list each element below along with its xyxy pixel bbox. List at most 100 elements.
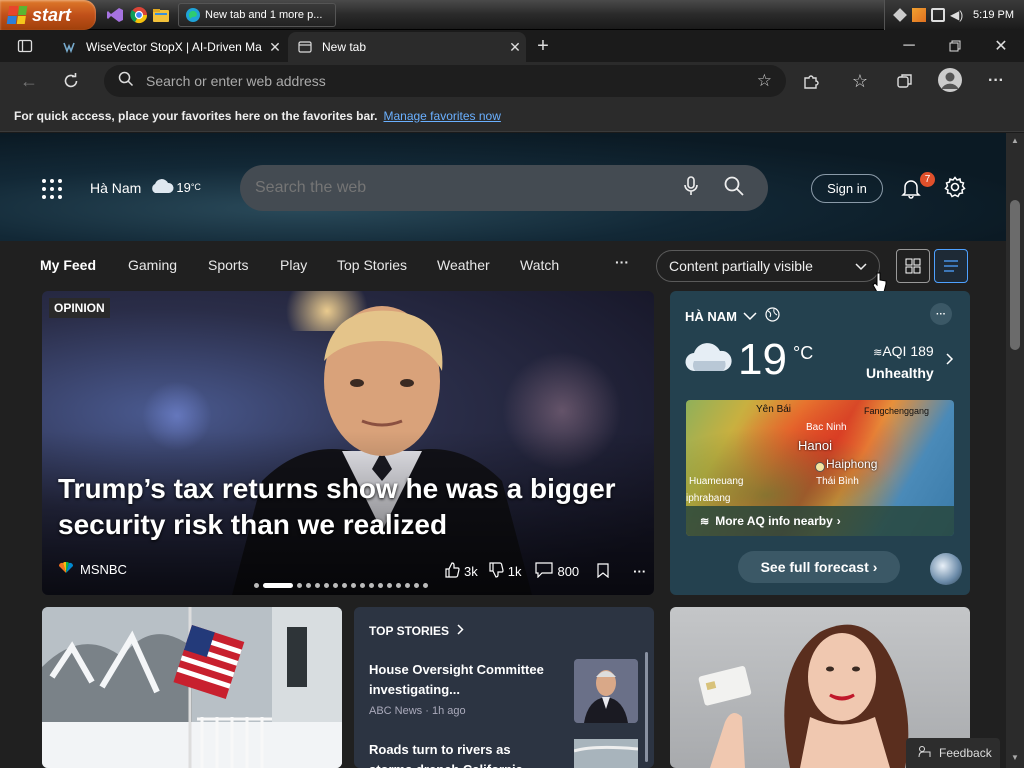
carousel-dot[interactable]	[333, 583, 338, 588]
hero-source[interactable]: MSNBC	[58, 561, 127, 577]
tab-wisevector[interactable]: WiseVector StopX | AI-Driven Ma ✕	[52, 32, 286, 62]
extensions-puzzle-icon[interactable]	[800, 70, 822, 92]
carousel-dot[interactable]	[351, 583, 356, 588]
msnbc-peacock-icon	[58, 561, 74, 577]
hero-actions: 3k 1k 800 ···	[444, 562, 646, 581]
carousel-dot[interactable]	[423, 583, 428, 588]
microphone-icon[interactable]	[684, 175, 698, 201]
page-settings-gear-icon[interactable]	[943, 175, 967, 199]
weather-location[interactable]: HÀ NAM	[685, 307, 780, 325]
tab-weather[interactable]: Weather	[437, 257, 490, 273]
thumbs-down-icon[interactable]	[488, 562, 504, 581]
carousel-dot[interactable]	[369, 583, 374, 588]
settings-more-icon[interactable]: ···	[985, 70, 1007, 92]
carousel-dot[interactable]	[254, 583, 259, 588]
web-search-box[interactable]	[240, 165, 768, 211]
security-shield-icon[interactable]	[912, 8, 927, 22]
clock[interactable]: 5:19 PM	[973, 9, 1014, 21]
tab-new-tab[interactable]: New tab ✕	[288, 32, 526, 62]
carousel-dot[interactable]	[405, 583, 410, 588]
tab-my-feed[interactable]: My Feed	[40, 257, 96, 273]
start-button[interactable]: start	[0, 0, 96, 30]
carousel-dot[interactable]	[387, 583, 392, 588]
more-tabs-icon[interactable]: ···	[615, 254, 629, 270]
more-aq-info-link[interactable]: ≋ More AQ info nearby ›	[686, 506, 954, 536]
more-options-icon[interactable]: ···	[633, 564, 646, 579]
file-explorer-icon[interactable]	[152, 6, 170, 24]
scrollbar-thumb[interactable]	[1010, 200, 1020, 350]
tab-watch[interactable]: Watch	[520, 257, 559, 273]
close-tab-icon[interactable]: ✕	[504, 39, 526, 56]
carousel-dot[interactable]	[342, 583, 347, 588]
collections-icon[interactable]	[894, 70, 916, 92]
close-window-icon[interactable]: ✕	[990, 35, 1012, 57]
address-bar[interactable]: ☆	[104, 65, 786, 97]
scroll-down-icon[interactable]: ▼	[1011, 753, 1019, 762]
add-favorite-star-icon[interactable]: ☆	[757, 71, 772, 91]
carousel-dot[interactable]	[414, 583, 419, 588]
address-input[interactable]	[146, 73, 757, 89]
profile-avatar-icon[interactable]	[938, 68, 962, 92]
favorites-icon[interactable]: ☆	[849, 70, 871, 92]
scroll-up-icon[interactable]: ▲	[1011, 136, 1019, 145]
weather-more-icon[interactable]: ···	[930, 303, 952, 325]
carousel-dot[interactable]	[396, 583, 401, 588]
map-label-fangchenggang: Fangchenggang	[864, 406, 930, 416]
carousel-dot[interactable]	[297, 583, 302, 588]
visual-studio-icon[interactable]	[106, 6, 124, 24]
web-search-input[interactable]	[255, 179, 684, 197]
aqi-map[interactable]: Yên Bái Fangchenggang Bac Ninh Hanoi Hai…	[686, 400, 954, 536]
tab-gaming[interactable]: Gaming	[128, 257, 177, 273]
list-layout-icon[interactable]	[934, 249, 968, 283]
story-item[interactable]: Roads turn to rivers as storms drench Ca…	[369, 740, 549, 768]
carousel-dot[interactable]	[360, 583, 365, 588]
top-stories-header[interactable]: TOP STORIES	[369, 624, 464, 638]
header-weather-widget[interactable]: Hà Nam 19 °C	[90, 178, 201, 197]
sign-in-button[interactable]: Sign in	[811, 174, 883, 203]
volume-icon[interactable]: ◀)	[950, 8, 964, 22]
refresh-icon[interactable]	[60, 70, 82, 92]
flag-snow-news-card[interactable]	[42, 607, 342, 768]
feedback-button[interactable]: Feedback	[906, 738, 1000, 768]
hero-headline[interactable]: Trump’s tax returns show he was a bigger…	[58, 471, 618, 543]
weather-card[interactable]: HÀ NAM ··· 19 °C ≋AQI 189 Unhealthy Yên …	[670, 291, 970, 595]
minimize-icon[interactable]: ─	[898, 35, 920, 57]
tab-top-stories[interactable]: Top Stories	[337, 257, 407, 273]
bookmark-icon[interactable]	[597, 562, 609, 581]
back-arrow-icon[interactable]: ←	[18, 70, 40, 92]
carousel-dots[interactable]	[254, 583, 428, 588]
restore-icon[interactable]	[944, 35, 966, 57]
thumbs-up-icon[interactable]	[444, 562, 460, 581]
chevron-down-icon	[855, 258, 867, 274]
tab-play[interactable]: Play	[280, 257, 307, 273]
network-icon[interactable]	[931, 8, 946, 22]
carousel-dot[interactable]	[306, 583, 311, 588]
taskbar-edge-window[interactable]: New tab and 1 more p...	[178, 3, 336, 27]
see-full-forecast-button[interactable]: See full forecast ›	[738, 551, 900, 583]
close-tab-icon[interactable]: ✕	[264, 39, 286, 56]
carousel-dot[interactable]	[315, 583, 320, 588]
carousel-dot-active[interactable]	[263, 583, 293, 588]
carousel-dot[interactable]	[324, 583, 329, 588]
top-stories-card[interactable]: TOP STORIES House Oversight Committee in…	[354, 607, 654, 768]
content-visibility-dropdown[interactable]: Content partially visible	[656, 250, 880, 282]
carousel-dot[interactable]	[378, 583, 383, 588]
search-icon[interactable]	[724, 176, 744, 201]
chrome-icon[interactable]	[130, 6, 148, 24]
hero-news-card[interactable]: OPINION Trump’s tax returns show he was …	[42, 291, 654, 595]
manage-favorites-link[interactable]: Manage favorites now	[383, 109, 500, 123]
grid-layout-icon[interactable]	[896, 249, 930, 283]
story-item[interactable]: House Oversight Committee investigating.…	[369, 660, 549, 717]
aqi-widget[interactable]: ≋AQI 189 Unhealthy	[866, 341, 934, 383]
new-tab-plus-icon[interactable]: +	[532, 35, 554, 57]
comment-icon[interactable]	[535, 562, 554, 581]
chevron-right-icon[interactable]	[946, 352, 954, 370]
chevron-down-icon	[743, 309, 757, 324]
stories-scrollbar[interactable]	[645, 652, 648, 762]
tab-actions-icon[interactable]	[14, 35, 36, 57]
network-diamond-icon[interactable]	[893, 8, 907, 22]
system-tray: ◀) 5:19 PM	[884, 0, 1024, 30]
tab-sports[interactable]: Sports	[208, 257, 248, 273]
app-launcher-grid-icon[interactable]	[40, 177, 64, 201]
copilot-orb-icon[interactable]	[930, 553, 962, 585]
